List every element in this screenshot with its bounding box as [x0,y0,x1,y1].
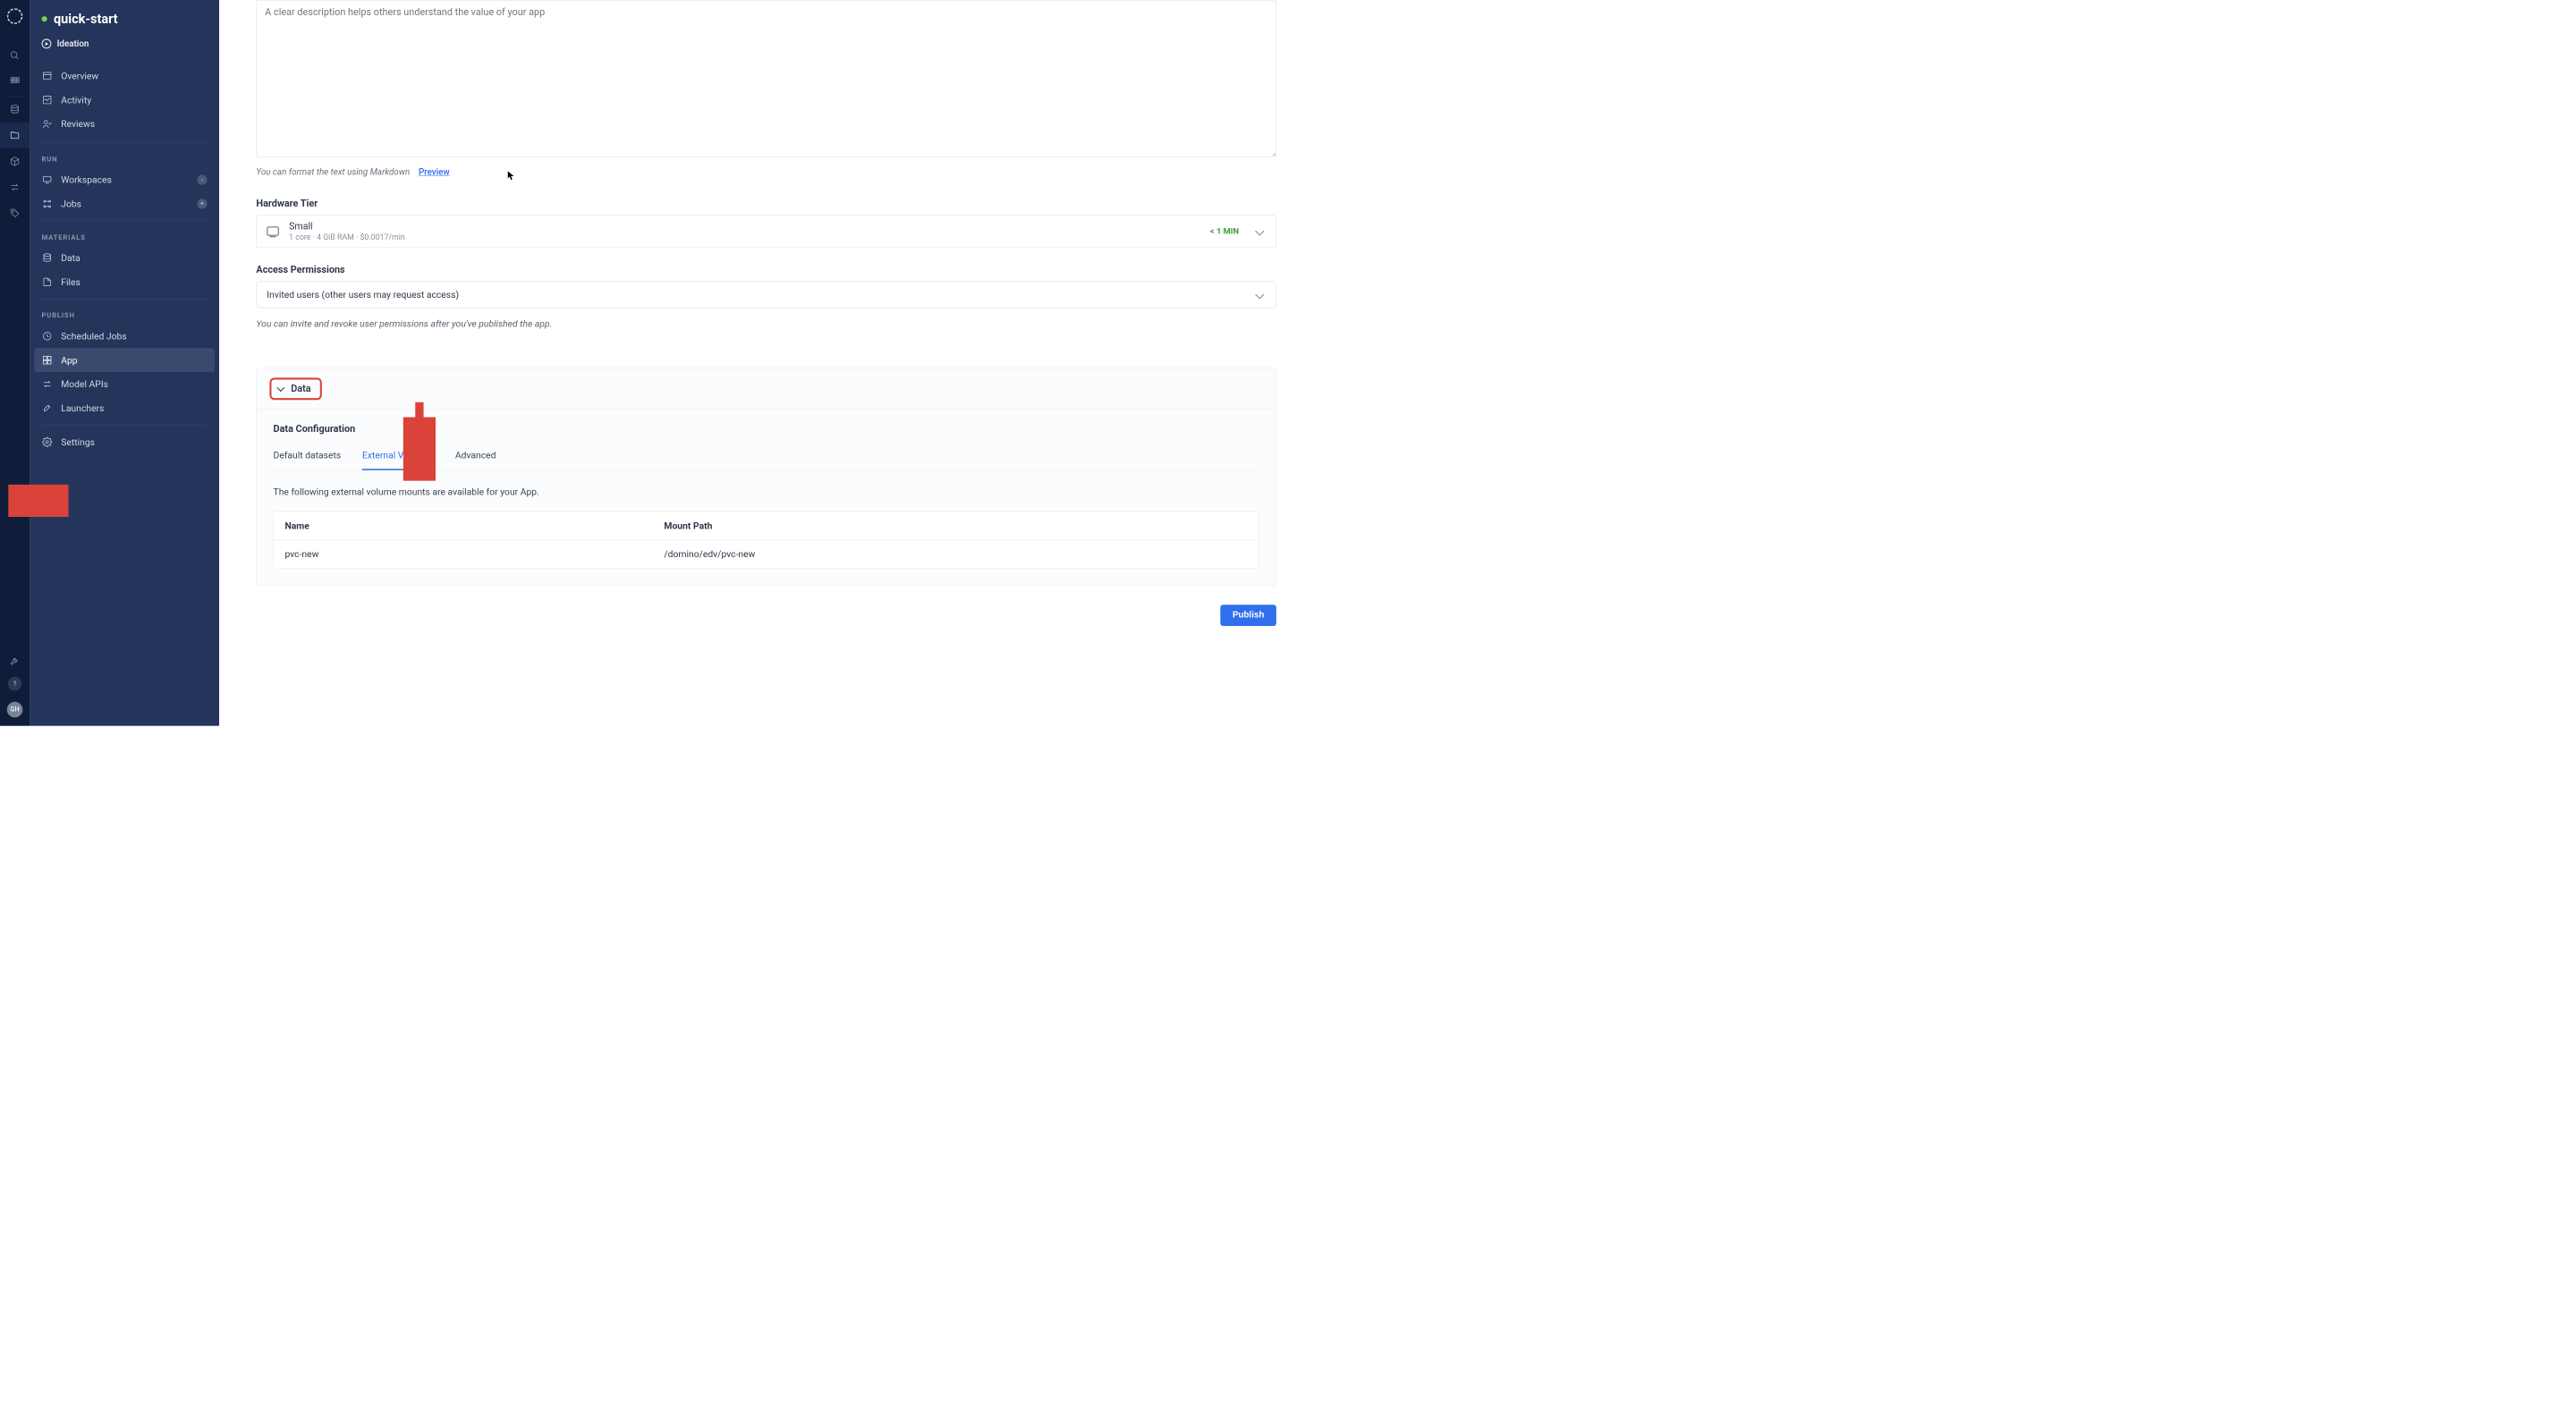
col-header-path: Mount Path [653,512,1258,539]
project-stage[interactable]: Ideation [30,35,219,59]
server-icon [267,226,278,235]
volume-path: /domino/edv/pvc-new [653,540,1258,568]
cube-icon[interactable] [0,148,30,174]
sidebar-item-jobs[interactable]: Jobs + [30,192,219,216]
nav-heading-materials: MATERIALS [30,225,219,246]
sidebar-item-label: Workspaces [61,174,112,185]
sidebar-item-launchers[interactable]: Launchers [30,396,219,420]
sidebar-item-label: Files [61,276,80,287]
nav-separator [42,425,208,426]
chevron-right-icon: › [197,174,207,184]
jobs-icon [42,199,53,209]
wrench-icon[interactable] [0,655,30,665]
sidebar-item-app[interactable]: App [34,348,215,372]
sidebar-item-data[interactable]: Data [30,246,219,270]
nav-separator [42,221,208,222]
help-icon[interactable]: ? [8,677,22,691]
compass-icon [42,38,52,48]
database-icon [42,252,53,263]
arrows-icon [42,378,53,389]
nav-heading-publish: PUBLISH [30,304,219,325]
sidebar-item-scheduled-jobs[interactable]: Scheduled Jobs [30,324,219,348]
sidebar-item-label: Activity [61,94,91,105]
hardware-tier-label: Hardware Tier [256,199,1276,209]
hardware-tier-name: Small [289,221,1199,233]
sidebar-item-label: Overview [61,71,98,81]
nav-separator [42,299,208,300]
gear-icon [42,436,53,447]
sidebar-item-label: Scheduled Jobs [61,331,126,342]
publish-button[interactable]: Publish [1221,605,1276,626]
volume-name: pvc-new [274,540,653,568]
app-grid-icon [42,355,53,366]
avatar[interactable]: GH [7,702,23,718]
chevron-down-icon [276,384,284,392]
main-content: You can format the text using Markdown P… [219,0,1332,726]
database-icon[interactable] [0,97,30,123]
sidebar-item-files[interactable]: Files [30,270,219,294]
data-toggle-label: Data [291,383,310,393]
apps-grid-icon[interactable] [0,69,30,95]
file-icon [42,276,53,287]
sidebar-item-model-apis[interactable]: Model APIs [30,372,219,396]
data-section-toggle[interactable]: Data [269,377,322,400]
rocket-icon [42,402,53,413]
sidebar-item-workspaces[interactable]: Workspaces › [30,168,219,192]
preview-link[interactable]: Preview [419,166,450,177]
tab-advanced[interactable]: Advanced [455,444,496,469]
folder-icon[interactable] [0,123,30,148]
card-icon [42,71,53,81]
table-header-row: Name Mount Path [274,512,1258,540]
markdown-hint: You can format the text using Markdown [256,166,410,177]
access-permissions-select[interactable]: Invited users (other users may request a… [256,281,1276,308]
sidebar-item-label: Settings [61,436,95,447]
sidebar: quick-start Ideation Overview Activity R… [30,0,219,726]
sidebar-item-label: Reviews [61,118,95,129]
access-hint: You can invite and revoke user permissio… [256,308,1276,347]
sidebar-item-label: Jobs [61,199,81,209]
description-textarea[interactable] [256,0,1276,157]
chevron-down-icon [1255,227,1264,236]
search-icon[interactable] [0,43,30,69]
hardware-tier-eta: < 1 MIN [1210,226,1239,236]
tag-icon[interactable] [0,200,30,226]
hardware-tier-detail: 1 core · 4 GiB RAM · $0.0017/min [289,233,1199,241]
sidebar-item-reviews[interactable]: Reviews [30,112,219,136]
transfer-icon[interactable] [0,174,30,200]
sidebar-item-settings[interactable]: Settings [30,430,219,454]
tab-external-volumes[interactable]: External Volumes [362,444,434,469]
data-config-title: Data Configuration [274,423,1259,434]
clock-icon [42,331,53,342]
sidebar-item-label: Data [61,252,80,263]
status-dot-icon [42,16,47,21]
access-permissions-value: Invited users (other users may request a… [267,289,459,300]
markdown-hint-row: You can format the text using Markdown P… [256,159,1276,199]
sidebar-item-activity[interactable]: Activity [30,88,219,112]
external-volumes-description: The following external volume mounts are… [274,470,1259,511]
nav-heading-run: RUN [30,148,219,168]
data-panel: Data Data Configuration Default datasets… [256,368,1276,585]
table-row: pvc-new /domino/edv/pvc-new [274,540,1258,568]
volumes-table: Name Mount Path pvc-new /domino/edv/pvc-… [274,512,1259,569]
activity-icon [42,94,53,105]
project-header: quick-start [30,0,219,35]
logo-icon[interactable] [7,8,23,24]
hardware-tier-select[interactable]: Small 1 core · 4 GiB RAM · $0.0017/min <… [256,215,1276,247]
nav-separator [42,142,208,143]
project-stage-label: Ideation [57,38,89,49]
access-permissions-label: Access Permissions [256,265,1276,275]
icon-rail: ? GH [0,0,30,726]
sidebar-item-label: App [61,355,77,366]
plus-icon[interactable]: + [197,199,207,208]
sidebar-item-label: Model APIs [61,378,108,389]
sidebar-item-label: Launchers [61,402,104,413]
project-title: quick-start [54,11,118,26]
tab-default-datasets[interactable]: Default datasets [274,444,342,469]
col-header-name: Name [274,512,653,539]
data-config-tabs: Default datasets External Volumes Advanc… [274,444,1259,470]
user-check-icon [42,118,53,129]
monitor-icon [42,174,53,185]
chevron-down-icon [1255,290,1264,299]
sidebar-item-overview[interactable]: Overview [30,63,219,88]
